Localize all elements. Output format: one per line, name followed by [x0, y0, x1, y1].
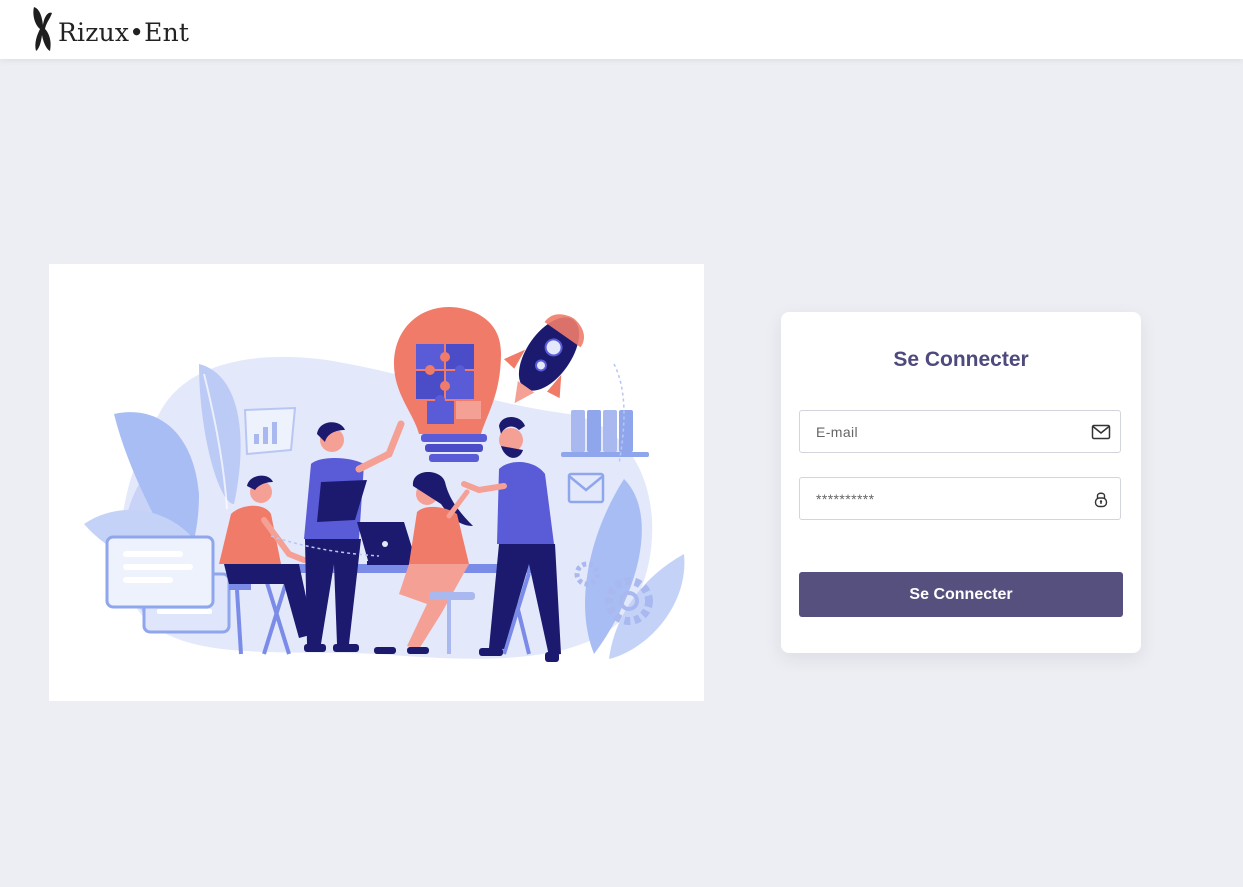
bar-chart-icon	[243, 406, 297, 456]
brand-butterfly-icon	[33, 7, 52, 51]
top-navbar: Rizux•Ent	[0, 0, 1243, 59]
login-title: Se Connecter	[893, 348, 1029, 371]
lock-icon	[1094, 492, 1108, 508]
password-field-container	[799, 477, 1121, 520]
password-input[interactable]	[800, 478, 1080, 519]
envelope-icon	[1091, 424, 1111, 440]
email-field-container	[799, 410, 1121, 453]
login-submit-button[interactable]: Se Connecter	[799, 572, 1123, 617]
login-card: Se Connecter Se Connecter	[781, 312, 1141, 653]
team-illustration	[49, 264, 704, 701]
email-input[interactable]	[800, 411, 1080, 452]
brand-logo[interactable]: Rizux•Ent	[30, 4, 189, 54]
chat-card-icon	[105, 535, 231, 634]
binders-shelf-icon	[561, 410, 649, 457]
brand-name: Rizux•Ent	[58, 17, 190, 47]
